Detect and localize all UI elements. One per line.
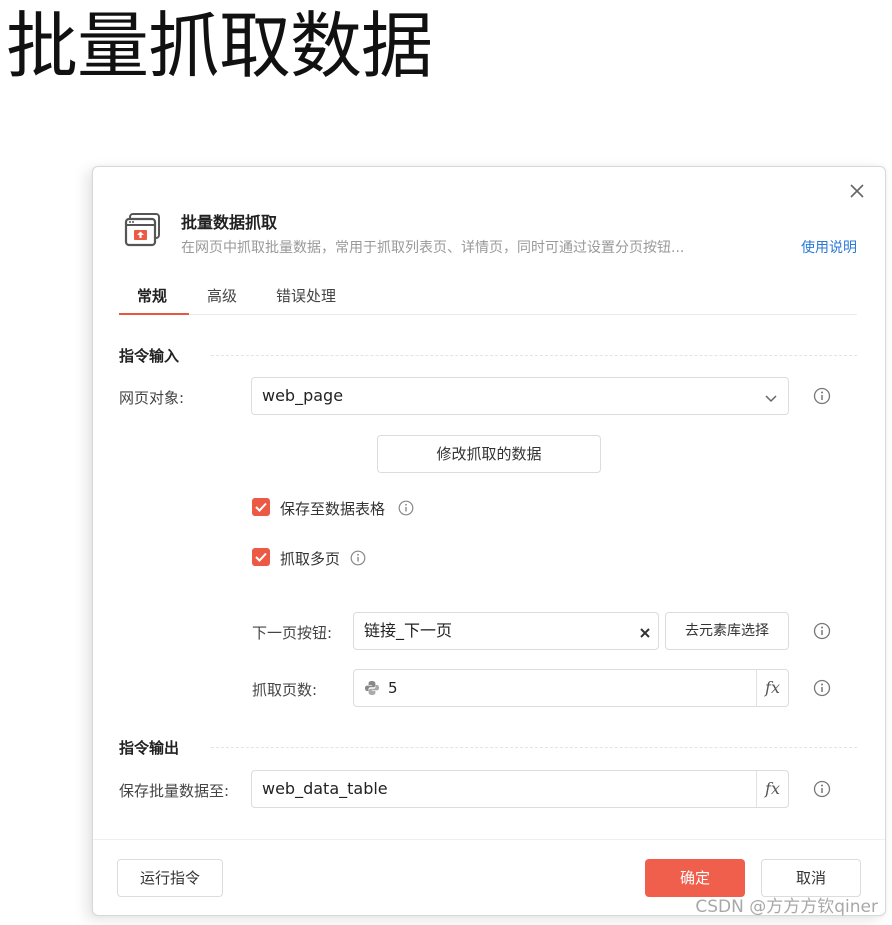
info-icon[interactable] — [398, 500, 414, 516]
multi-page-label: 抓取多页 — [280, 550, 341, 568]
section-divider — [211, 355, 857, 356]
input-section-title: 指令输入 — [119, 347, 180, 365]
web-object-select[interactable]: web_page — [251, 377, 789, 415]
save-to-table-label: 保存至数据表格 — [280, 500, 386, 518]
fx-button[interactable]: fx — [756, 771, 788, 807]
tab-advanced[interactable]: 高级 — [207, 285, 237, 306]
multi-page-checkbox[interactable] — [252, 548, 270, 566]
browser-window-icon — [123, 209, 163, 249]
web-object-value: web_page — [262, 386, 344, 405]
chevron-down-icon[interactable] — [764, 390, 778, 404]
page-count-value: 5 — [388, 679, 398, 697]
python-icon — [364, 680, 380, 696]
tab-general[interactable]: 常规 — [137, 285, 167, 306]
page-count-label: 抓取页数: — [252, 681, 318, 699]
page-heading: 批量抓取数据 — [6, 4, 433, 88]
page-count-input[interactable]: 5 fx — [353, 669, 789, 707]
tab-error-handling[interactable]: 错误处理 — [276, 285, 336, 306]
run-command-button[interactable]: 运行指令 — [117, 859, 223, 897]
clear-x-icon[interactable] — [638, 625, 652, 639]
dialog-description: 在网页中抓取批量数据，常用于抓取列表页、详情页，同时可通过设置分页按钮... — [181, 240, 685, 256]
info-icon[interactable] — [813, 387, 831, 405]
watermark: CSDN @方方方钦qiner — [695, 897, 878, 917]
modify-scraped-data-button[interactable]: 修改抓取的数据 — [377, 435, 601, 473]
info-icon[interactable] — [350, 550, 366, 566]
info-icon[interactable] — [813, 679, 831, 697]
next-page-element-input[interactable]: 链接_下一页 — [353, 612, 659, 650]
fx-button[interactable]: fx — [756, 670, 788, 706]
next-page-button-label: 下一页按钮: — [252, 624, 333, 642]
dialog-title: 批量数据抓取 — [181, 213, 278, 232]
save-to-input[interactable]: web_data_table fx — [251, 770, 789, 808]
tab-bar: 常规 高级 错误处理 — [119, 273, 857, 315]
info-icon[interactable] — [813, 622, 831, 640]
info-icon[interactable] — [813, 780, 831, 798]
save-to-label: 保存批量数据至: — [119, 782, 230, 800]
footer-divider — [93, 839, 885, 840]
help-link[interactable]: 使用说明 — [801, 237, 857, 257]
web-object-label: 网页对象: — [119, 389, 185, 407]
output-section-title: 指令输出 — [119, 739, 180, 757]
close-icon[interactable] — [847, 181, 867, 201]
section-divider — [211, 747, 857, 748]
active-tab-indicator — [119, 313, 189, 315]
save-to-table-checkbox[interactable] — [252, 498, 270, 516]
save-to-value: web_data_table — [262, 779, 388, 798]
element-library-select-button[interactable]: 去元素库选择 — [665, 612, 789, 650]
next-page-element-value: 链接_下一页 — [364, 621, 453, 640]
batch-scrape-dialog: 批量数据抓取 在网页中抓取批量数据，常用于抓取列表页、详情页，同时可通过设置分页… — [92, 166, 886, 916]
